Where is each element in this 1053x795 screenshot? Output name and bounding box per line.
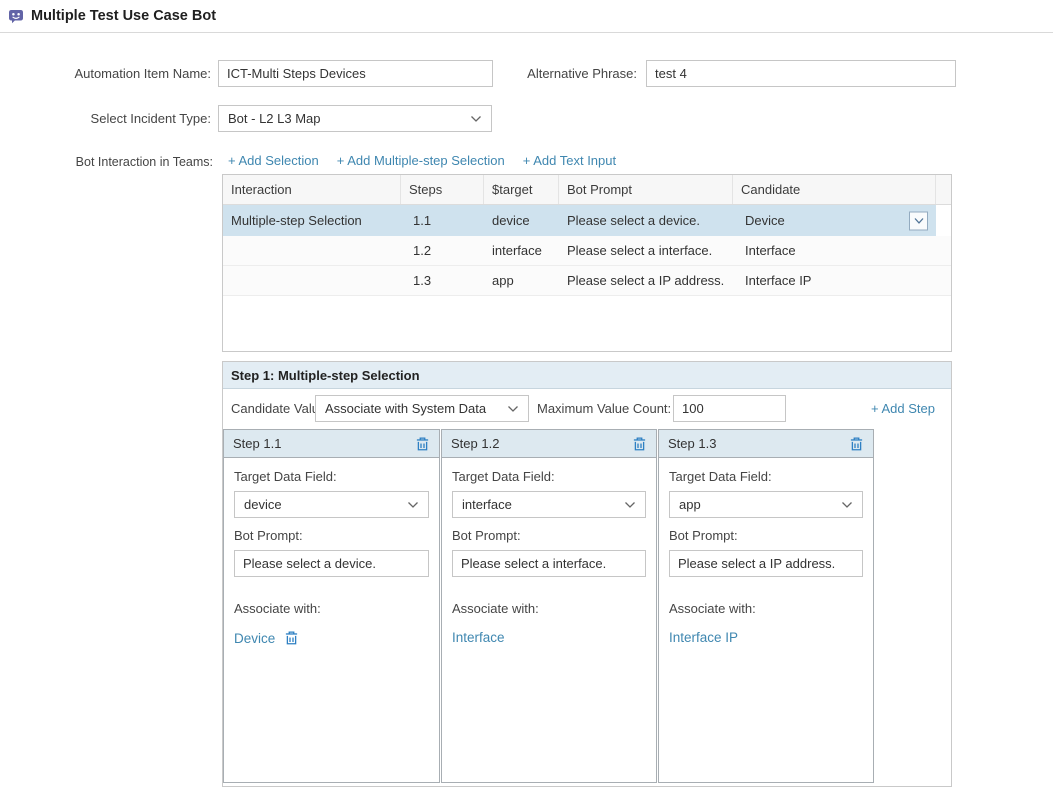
step-card-title: Step 1.2 xyxy=(451,436,499,451)
app-header: Multiple Test Use Case Bot xyxy=(0,0,1053,33)
add-step-link[interactable]: + Add Step xyxy=(871,401,935,416)
cell-steps: 1.1 xyxy=(401,205,484,236)
step-columns: Step 1.1 Target Data Field: device xyxy=(223,429,953,783)
bot-prompt-input[interactable] xyxy=(234,550,429,577)
candidate-value: Device xyxy=(745,213,785,228)
cell-steps: 1.2 xyxy=(401,236,484,265)
target-data-field-select[interactable]: device xyxy=(234,491,429,518)
cell-interaction xyxy=(223,266,401,295)
column-header-spacer xyxy=(936,175,951,204)
max-value-count-input[interactable] xyxy=(673,395,786,422)
cell-target: interface xyxy=(484,236,559,265)
step-card-title: Step 1.3 xyxy=(668,436,716,451)
cell-bot-prompt: Please select a IP address. xyxy=(559,266,733,295)
automation-item-name-label: Automation Item Name: xyxy=(0,66,211,81)
chevron-down-icon xyxy=(624,497,636,512)
cell-steps: 1.3 xyxy=(401,266,484,295)
table-row[interactable]: 1.2 interface Please select a interface.… xyxy=(223,236,951,266)
bot-prompt-label: Bot Prompt: xyxy=(234,528,429,543)
associate-value-link[interactable]: Interface IP xyxy=(669,630,738,645)
step-card-1-1: Step 1.1 Target Data Field: device xyxy=(223,429,440,783)
cell-bot-prompt: Please select a device. xyxy=(559,205,733,236)
associate-with-label: Associate with: xyxy=(234,601,429,616)
target-data-field-label: Target Data Field: xyxy=(669,469,863,484)
associate-with-label: Associate with: xyxy=(452,601,646,616)
cell-candidate: Device xyxy=(733,205,936,236)
bot-prompt-label: Bot Prompt: xyxy=(669,528,863,543)
delete-associate-icon[interactable] xyxy=(284,630,299,646)
target-data-field-select[interactable]: app xyxy=(669,491,863,518)
column-header-interaction: Interaction xyxy=(223,175,401,204)
step-card-header: Step 1.1 xyxy=(224,430,439,458)
bot-interaction-label: Bot Interaction in Teams: xyxy=(0,155,213,169)
cell-target: device xyxy=(484,205,559,236)
cell-bot-prompt: Please select a interface. xyxy=(559,236,733,265)
column-header-steps: Steps xyxy=(401,175,484,204)
chevron-down-icon xyxy=(470,111,482,126)
bot-prompt-label: Bot Prompt: xyxy=(452,528,646,543)
step-panel: Step 1: Multiple-step Selection Candidat… xyxy=(222,361,952,787)
target-data-field-value: app xyxy=(679,497,701,512)
step-card-1-3: Step 1.3 Target Data Field: app xyxy=(658,429,874,783)
screen: Multiple Test Use Case Bot Automation It… xyxy=(0,0,1053,795)
cell-spacer xyxy=(936,236,951,265)
candidate-value-selected: Associate with System Data xyxy=(325,401,486,416)
add-selection-link[interactable]: + Add Selection xyxy=(228,153,319,168)
bot-icon xyxy=(8,8,24,24)
associate-value-link[interactable]: Device xyxy=(234,631,275,646)
table-header-row: Interaction Steps $target Bot Prompt Can… xyxy=(223,175,951,205)
chevron-down-icon xyxy=(407,497,419,512)
delete-step-icon[interactable] xyxy=(415,436,430,452)
incident-type-value: Bot - L2 L3 Map xyxy=(228,111,321,126)
alternative-phrase-label: Alternative Phrase: xyxy=(450,66,637,81)
step-panel-controls: Candidate Value: Associate with System D… xyxy=(223,389,951,429)
incident-type-label: Select Incident Type: xyxy=(0,111,211,126)
cell-interaction: Multiple-step Selection xyxy=(223,205,401,236)
column-header-candidate: Candidate xyxy=(733,175,936,204)
interaction-table: Interaction Steps $target Bot Prompt Can… xyxy=(222,174,952,352)
column-header-target: $target xyxy=(484,175,559,204)
cell-spacer xyxy=(936,205,951,236)
cell-candidate: Interface IP xyxy=(733,266,936,295)
candidate-dropdown-button[interactable] xyxy=(909,211,928,230)
add-text-input-link[interactable]: + Add Text Input xyxy=(523,153,616,168)
step-card-1-2: Step 1.2 Target Data Field: interface xyxy=(441,429,657,783)
candidate-value-select[interactable]: Associate with System Data xyxy=(315,395,529,422)
delete-step-icon[interactable] xyxy=(849,436,864,452)
chevron-down-icon xyxy=(841,497,853,512)
alternative-phrase-input[interactable] xyxy=(646,60,956,87)
incident-type-select[interactable]: Bot - L2 L3 Map xyxy=(218,105,492,132)
step-card-header: Step 1.2 xyxy=(442,430,656,458)
table-row[interactable]: 1.3 app Please select a IP address. Inte… xyxy=(223,266,951,296)
step-panel-title: Step 1: Multiple-step Selection xyxy=(223,362,951,389)
associate-with-label: Associate with: xyxy=(669,601,863,616)
step-card-header: Step 1.3 xyxy=(659,430,873,458)
column-header-bot-prompt: Bot Prompt xyxy=(559,175,733,204)
max-value-count-label: Maximum Value Count: xyxy=(537,401,671,416)
cell-target: app xyxy=(484,266,559,295)
cell-interaction xyxy=(223,236,401,265)
target-data-field-select[interactable]: interface xyxy=(452,491,646,518)
bot-interaction-actions: + Add Selection + Add Multiple-step Sele… xyxy=(228,153,616,168)
cell-spacer xyxy=(936,266,951,295)
page-title: Multiple Test Use Case Bot xyxy=(31,8,216,24)
chevron-down-icon xyxy=(507,401,519,416)
associate-value-link[interactable]: Interface xyxy=(452,630,505,645)
bot-prompt-input[interactable] xyxy=(669,550,863,577)
step-card-title: Step 1.1 xyxy=(233,436,281,451)
cell-candidate: Interface xyxy=(733,236,936,265)
delete-step-icon[interactable] xyxy=(632,436,647,452)
add-multiple-step-selection-link[interactable]: + Add Multiple-step Selection xyxy=(337,153,505,168)
target-data-field-label: Target Data Field: xyxy=(452,469,646,484)
table-row[interactable]: Multiple-step Selection 1.1 device Pleas… xyxy=(223,205,951,236)
target-data-field-value: device xyxy=(244,497,282,512)
target-data-field-value: interface xyxy=(462,497,512,512)
bot-prompt-input[interactable] xyxy=(452,550,646,577)
target-data-field-label: Target Data Field: xyxy=(234,469,429,484)
